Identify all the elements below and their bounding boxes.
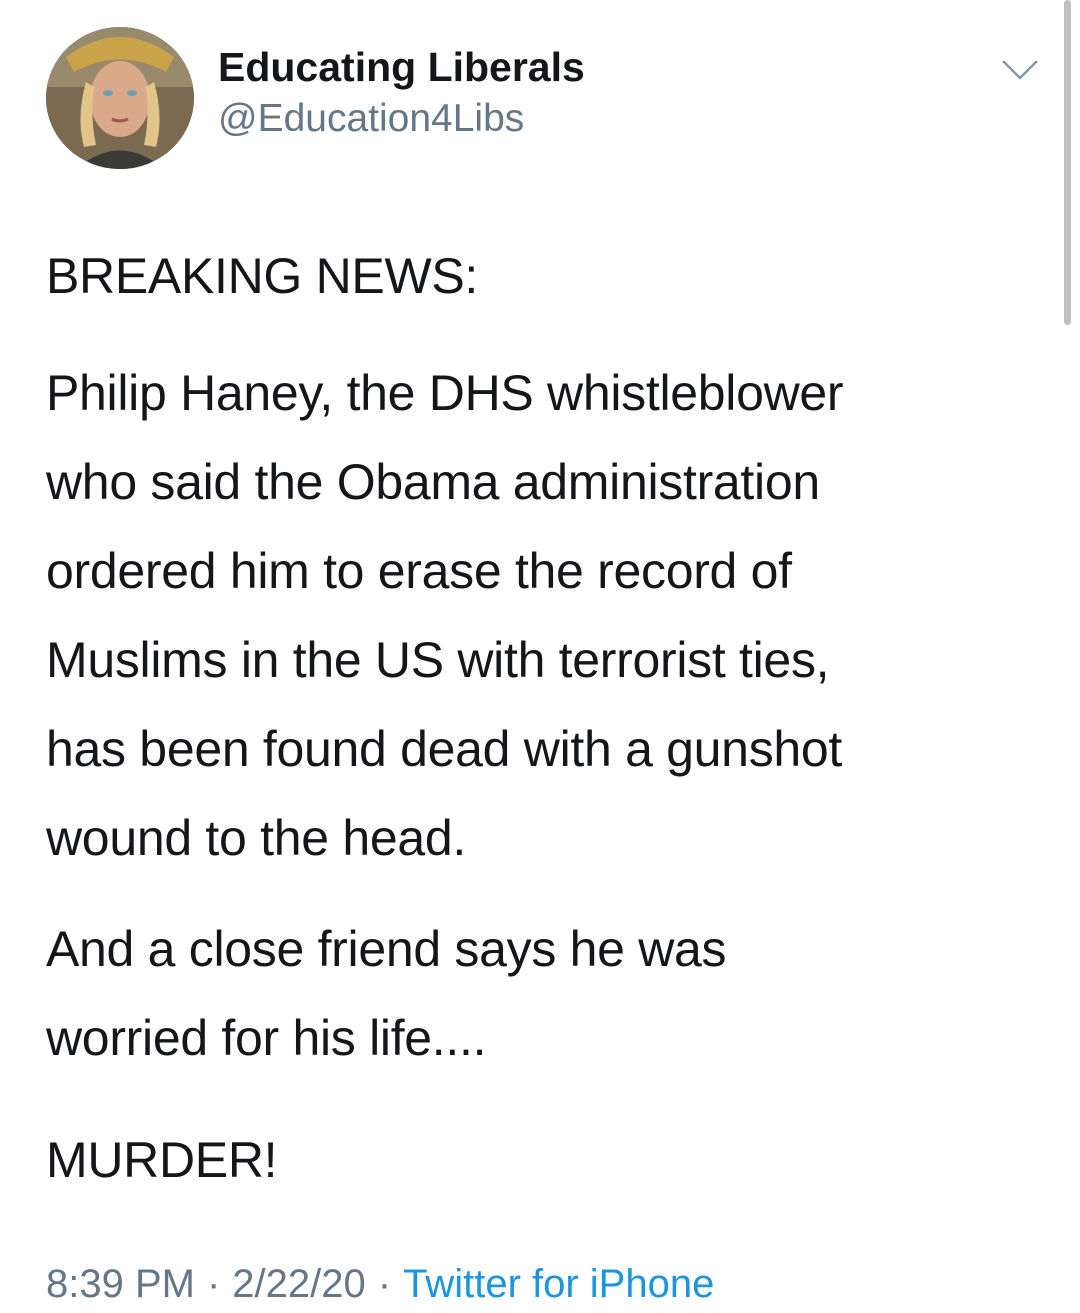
- avatar[interactable]: [46, 27, 194, 169]
- tweet-time: 8:39 PM: [46, 1262, 195, 1306]
- tweet-paragraph: MURDER!: [46, 1132, 278, 1188]
- tweet-date: 2/22/20: [232, 1262, 366, 1306]
- tweet-paragraph: And a close friend says he was worried f…: [46, 921, 727, 1066]
- profile-photo-icon: [46, 27, 194, 169]
- scrollbar[interactable]: [1064, 0, 1071, 325]
- chevron-down-icon[interactable]: [1000, 56, 1040, 86]
- tweet-card: Educating Liberals @Education4Libs BREAK…: [0, 0, 1080, 1313]
- meta-separator: ·: [206, 1262, 221, 1306]
- author-handle[interactable]: @Education4Libs: [218, 94, 524, 144]
- author-display-name[interactable]: Educating Liberals: [218, 42, 585, 92]
- tweet-paragraph: BREAKING NEWS:: [46, 248, 478, 304]
- tweet-paragraph: Philip Haney, the DHS whistleblower who …: [46, 365, 844, 866]
- meta-separator: ·: [377, 1262, 392, 1306]
- tweet-source-link[interactable]: Twitter for iPhone: [403, 1262, 714, 1306]
- tweet-metadata: 8:39 PM · 2/22/20 · Twitter for iPhone: [46, 1258, 714, 1310]
